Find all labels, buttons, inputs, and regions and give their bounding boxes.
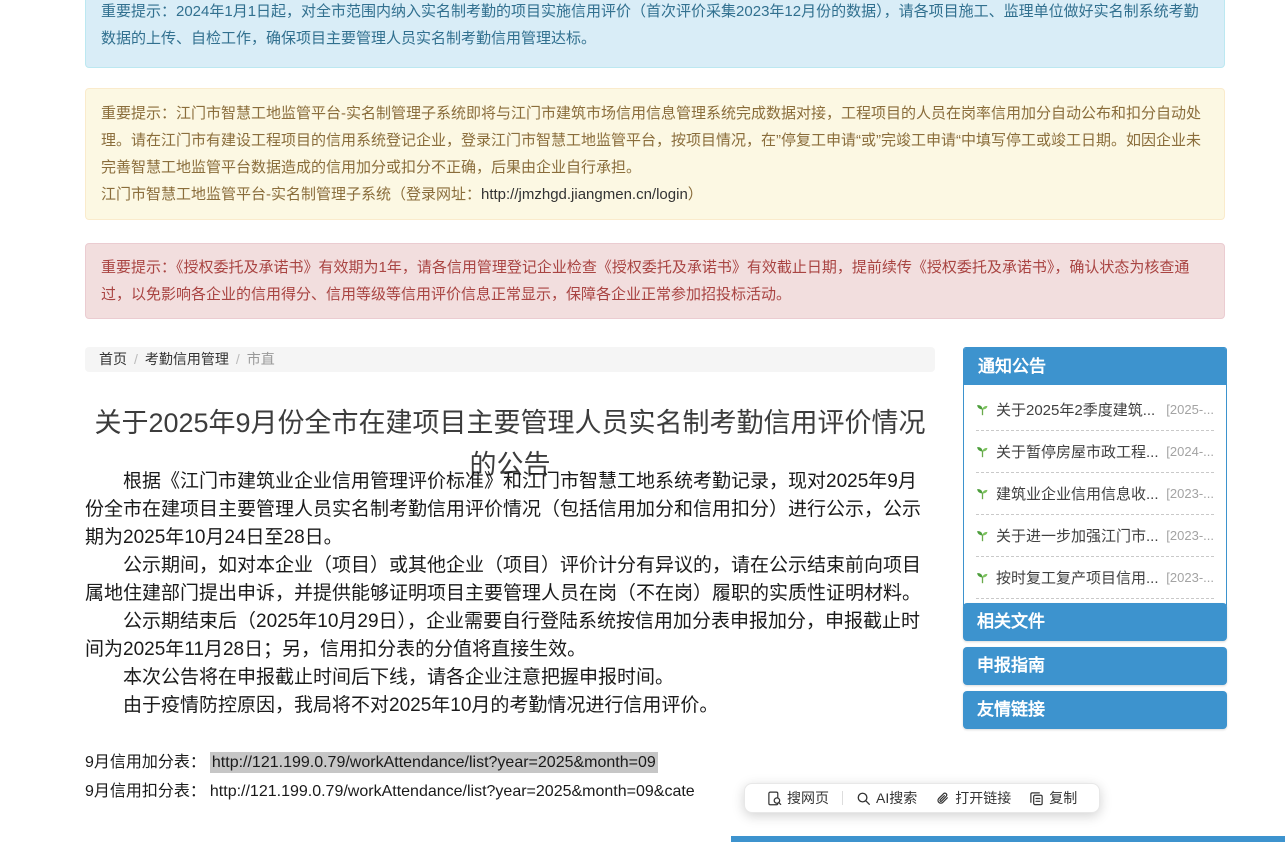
notice-item-date: [2024-...: [1166, 444, 1214, 459]
login-line-prefix: 江门市智慧工地监管平台-实名制管理子系统（登录网址：: [101, 186, 481, 203]
search-web-label: 搜网页: [787, 788, 829, 808]
notice-item-date: [2023-...: [1166, 486, 1214, 501]
friendly-links-bar[interactable]: 友情链接: [963, 691, 1227, 729]
sprout-icon: [976, 403, 989, 416]
notice-item[interactable]: 关于2025年2季度建筑... [2025-...: [976, 389, 1214, 431]
notice-danger-text: 重要提示：《授权委托及承诺书》有效期为1年，请各信用管理登记企业检查《授权委托及…: [101, 259, 1189, 303]
page: 重要提示：2024年1月1日起，对全市范围内纳入实名制考勤的项目实施信用评价（首…: [0, 0, 1285, 842]
notice-warning-login-line: 江门市智慧工地监管平台-实名制管理子系统（登录网址：http://jmzhgd.…: [101, 181, 1209, 208]
selection-toolbar: 搜网页 AI搜索 打开链接 复制: [744, 783, 1100, 813]
login-url: http://jmzhgd.jiangmen.cn/login: [481, 186, 688, 203]
deduction-table-link-row: 9月信用扣分表：http://121.199.0.79/workAttendan…: [85, 779, 695, 805]
notice-item[interactable]: 建筑业企业信用信息收... [2023-...: [976, 473, 1214, 515]
deduction-table-label: 9月信用扣分表：: [85, 783, 206, 800]
notice-item[interactable]: 关于暂停房屋市政工程... [2024-...: [976, 431, 1214, 473]
article-paragraph: 本次公告将在申报截止时间后下线，请各企业注意把握申报时间。: [85, 664, 930, 692]
notice-item-date: [2025-...: [1166, 402, 1214, 417]
sprout-icon: [976, 445, 989, 458]
bonus-table-url[interactable]: http://121.199.0.79/workAttendance/list?…: [210, 752, 658, 773]
notice-list: 关于2025年2季度建筑... [2025-... 关于暂停房屋市政工程... …: [964, 385, 1226, 607]
sprout-icon: [976, 571, 989, 584]
footer-strip: [731, 836, 1285, 842]
breadcrumb-separator: /: [236, 351, 240, 367]
open-link-label: 打开链接: [955, 788, 1011, 808]
related-files-bar[interactable]: 相关文件: [963, 603, 1227, 641]
notice-item[interactable]: 按时复工复产项目信用... [2023-...: [976, 557, 1214, 599]
ai-search-label: AI搜索: [876, 788, 917, 808]
breadcrumb-item-attendance-credit[interactable]: 考勤信用管理: [145, 351, 229, 367]
article-body: 根据《江门市建筑业企业信用管理评价标准》和江门市智慧工地系统考勤记录，现对202…: [85, 468, 930, 720]
breadcrumb-item-home[interactable]: 首页: [99, 351, 127, 367]
bonus-table-label: 9月信用加分表：: [85, 754, 206, 771]
article-paragraph: 根据《江门市建筑业企业信用管理评价标准》和江门市智慧工地系统考勤记录，现对202…: [85, 468, 930, 552]
notice-item[interactable]: 关于进一步加强江门市... [2023-...: [976, 515, 1214, 557]
sprout-icon: [976, 529, 989, 542]
application-guide-bar[interactable]: 申报指南: [963, 647, 1227, 685]
breadcrumb-separator: /: [134, 351, 138, 367]
search-web-button[interactable]: 搜网页: [758, 788, 838, 808]
copy-label: 复制: [1049, 788, 1077, 808]
copy-button[interactable]: 复制: [1020, 788, 1086, 808]
ai-search-button[interactable]: AI搜索: [847, 788, 926, 808]
notice-warning-alert: 重要提示：江门市智慧工地监管平台-实名制管理子系统即将与江门市建筑市场信用信息管…: [85, 88, 1225, 220]
notice-item-title: 按时复工复产项目信用...: [996, 567, 1159, 588]
breadcrumb: 首页 / 考勤信用管理 / 市直: [85, 347, 935, 372]
notice-item-date: [2023-...: [1166, 528, 1214, 543]
paperclip-icon: [935, 791, 950, 806]
notice-item-title: 关于暂停房屋市政工程...: [996, 441, 1159, 462]
article-paragraph: 公示期结束后（2025年10月29日），企业需要自行登陆系统按信用加分表申报加分…: [85, 608, 930, 664]
notice-info-alert: 重要提示：2024年1月1日起，对全市范围内纳入实名制考勤的项目实施信用评价（首…: [85, 0, 1225, 68]
breadcrumb-item-current: 市直: [247, 351, 275, 367]
sprout-icon: [976, 487, 989, 500]
notice-item-title: 建筑业企业信用信息收...: [996, 483, 1159, 504]
notice-item-date: [2023-...: [1166, 570, 1214, 585]
notice-danger-alert: 重要提示：《授权委托及承诺书》有效期为1年，请各信用管理登记企业检查《授权委托及…: [85, 243, 1225, 319]
open-link-button[interactable]: 打开链接: [926, 788, 1020, 808]
article-paragraph: 公示期间，如对本企业（项目）或其他企业（项目）评价计分有异议的，请在公示结束前向…: [85, 552, 930, 608]
bonus-table-link-row: 9月信用加分表：http://121.199.0.79/workAttendan…: [85, 750, 658, 776]
search-page-icon: [767, 791, 782, 806]
deduction-table-url[interactable]: http://121.199.0.79/workAttendance/list?…: [210, 783, 695, 800]
login-line-suffix: ）: [688, 186, 703, 203]
notice-warning-text: 重要提示：江门市智慧工地监管平台-实名制管理子系统即将与江门市建筑市场信用信息管…: [101, 100, 1209, 181]
notice-item-title: 关于2025年2季度建筑...: [996, 399, 1159, 420]
notice-panel-header: 通知公告: [964, 348, 1226, 385]
article-paragraph: 由于疫情防控原因，我局将不对2025年10月的考勤情况进行信用评价。: [85, 692, 930, 720]
notice-panel: 通知公告 关于2025年2季度建筑... [2025-... 关于暂停房屋市政工…: [963, 347, 1227, 608]
toolbar-divider: [842, 791, 843, 805]
notice-item-title: 关于进一步加强江门市...: [996, 525, 1159, 546]
magnifier-icon: [856, 791, 871, 806]
copy-icon: [1029, 791, 1044, 806]
notice-info-text: 重要提示：2024年1月1日起，对全市范围内纳入实名制考勤的项目实施信用评价（首…: [101, 3, 1199, 47]
